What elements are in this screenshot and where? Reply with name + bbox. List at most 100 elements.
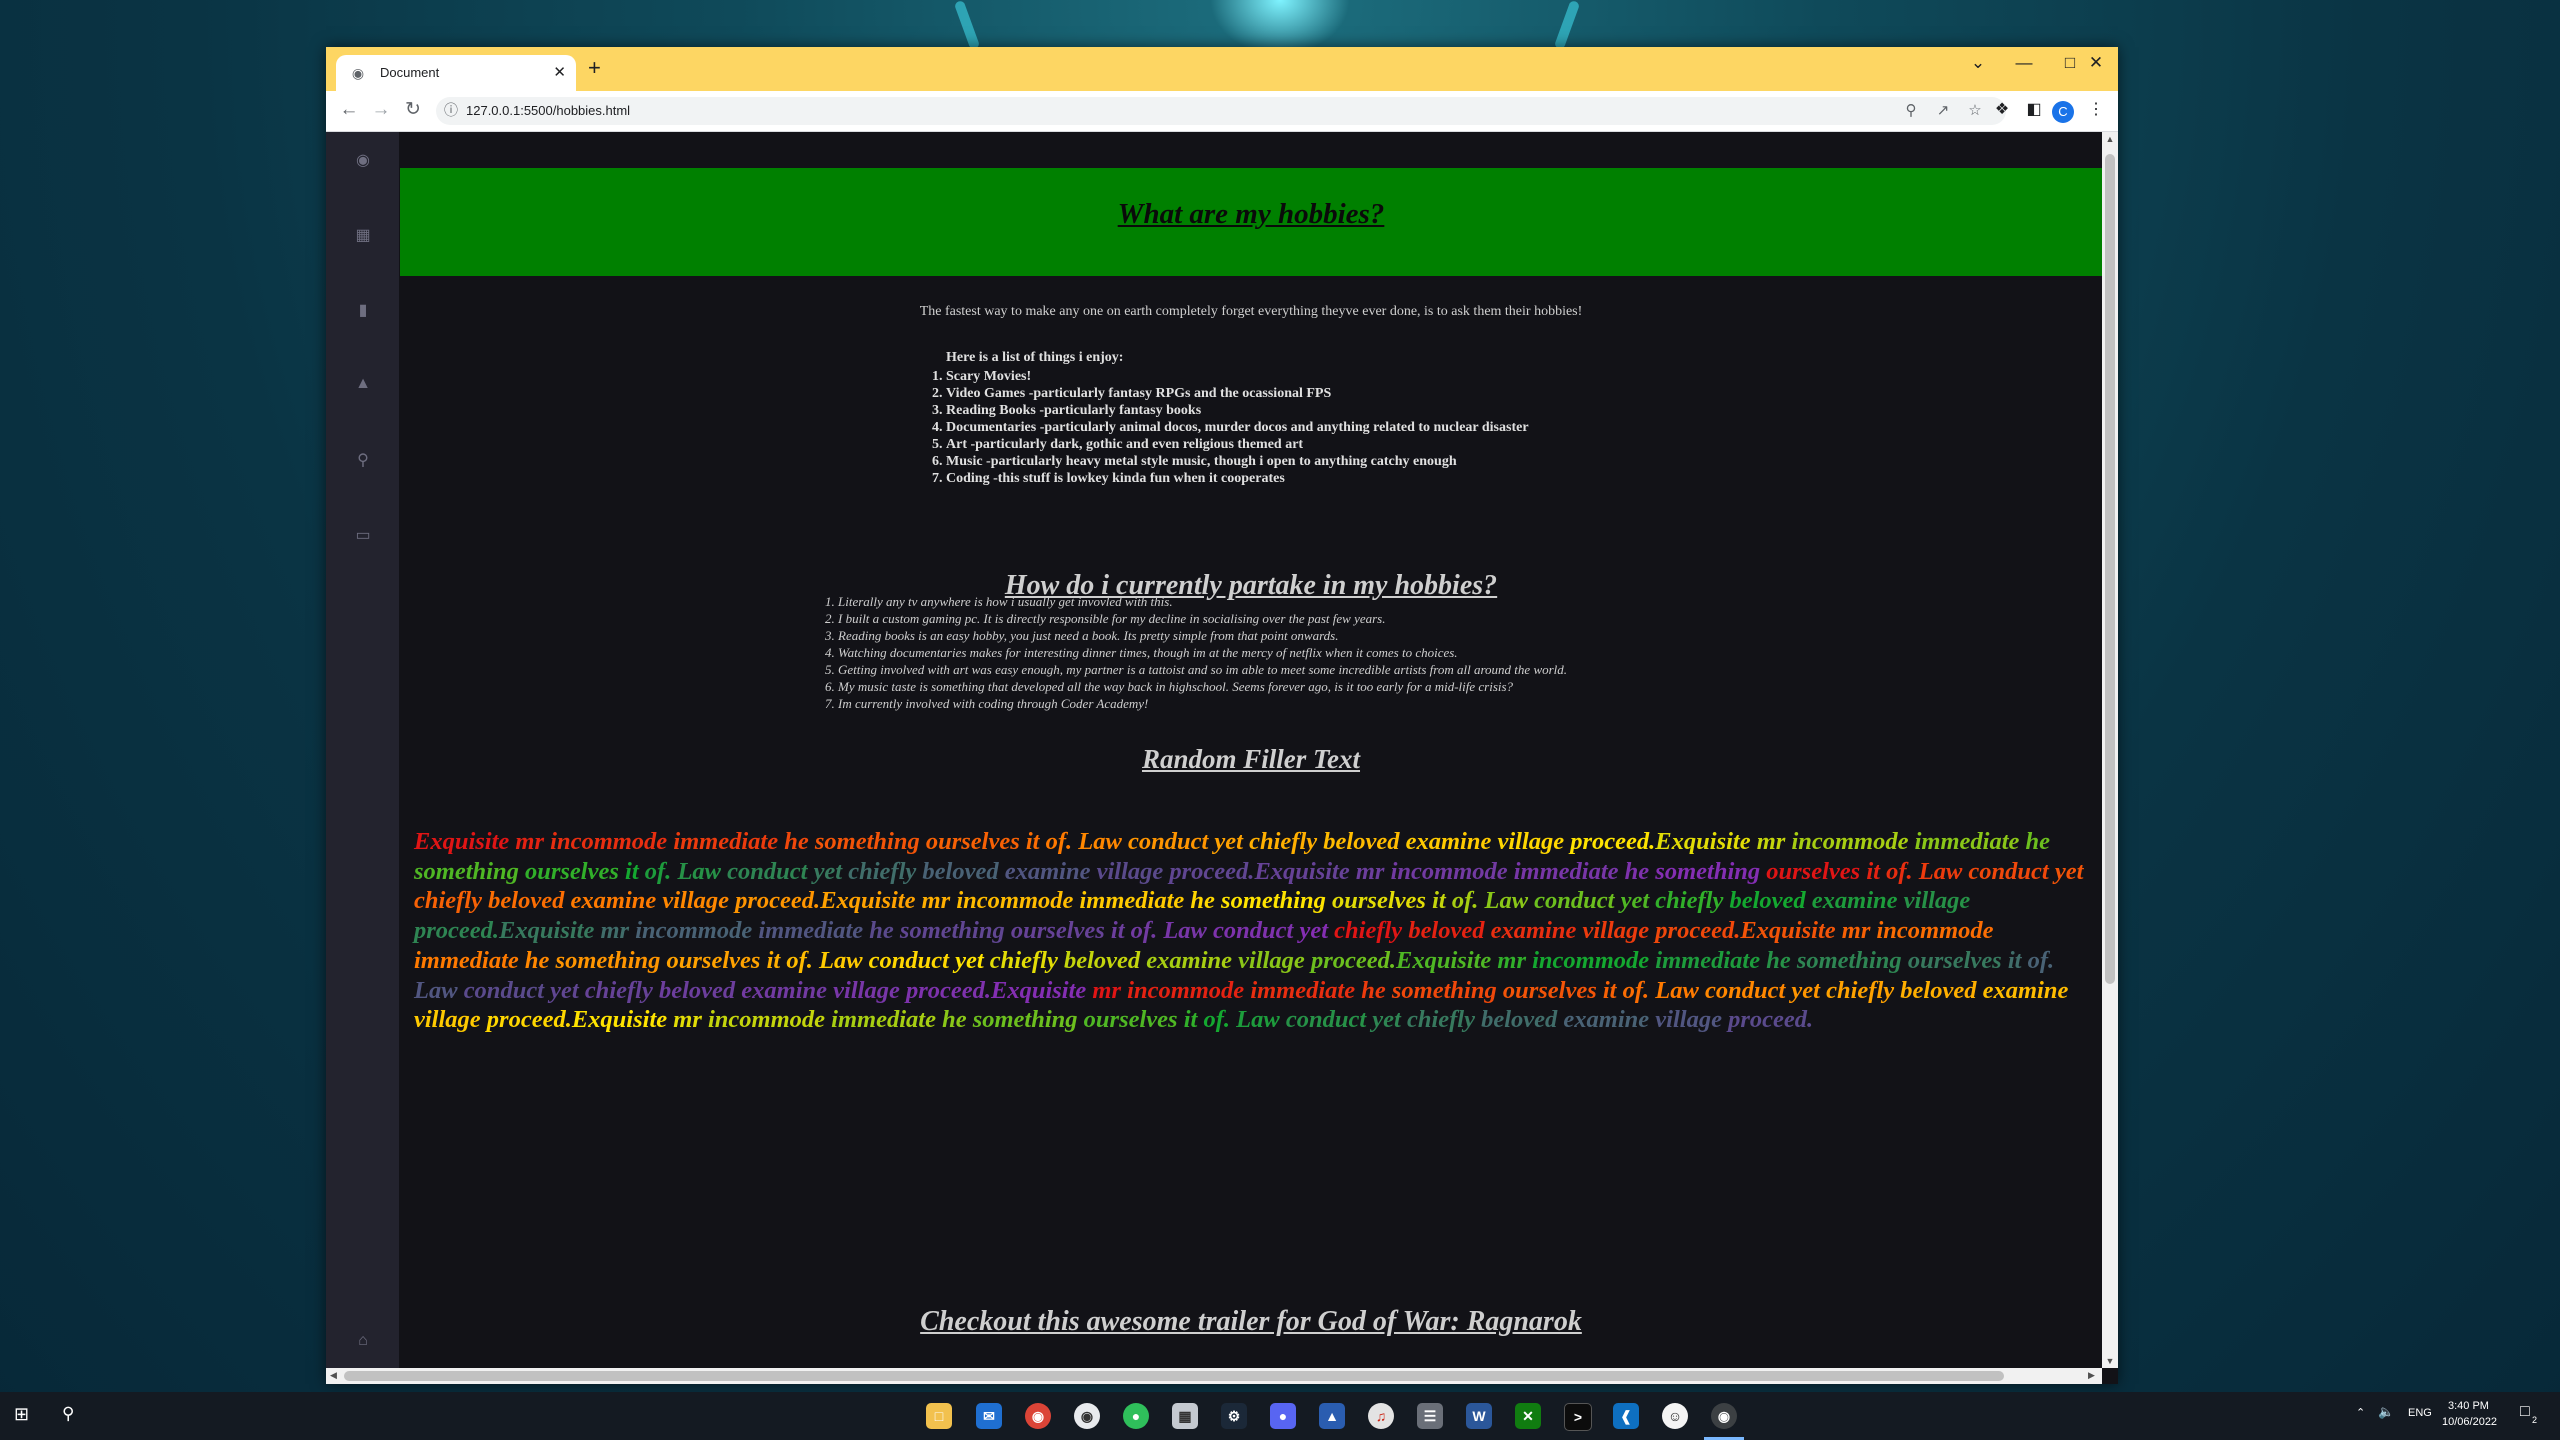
reload-icon[interactable]: ↻	[400, 97, 426, 123]
filler-word: something	[1655, 857, 1767, 885]
steam-icon[interactable]: ⚙	[1221, 1403, 1247, 1429]
filler-word: he	[1190, 887, 1222, 915]
bell-icon[interactable]: ▲	[348, 375, 378, 393]
word-icon[interactable]: W	[1466, 1403, 1492, 1429]
vscode-icon[interactable]: ❰	[1613, 1403, 1639, 1429]
volume-icon[interactable]: 🔈	[2378, 1404, 2394, 1420]
minimize-button[interactable]: —	[2004, 53, 2044, 73]
filler-word: Exquisite	[499, 917, 601, 945]
clock-date[interactable]: 10/06/2022	[2442, 1416, 2497, 1428]
tab-document[interactable]: ◉ Document ✕	[336, 55, 576, 91]
filler-word: yet	[1214, 828, 1250, 855]
linkedin-icon[interactable]: ▦	[348, 225, 378, 245]
scroll-up-arrow[interactable]: ▲	[2102, 134, 2118, 144]
filler-word: immediate	[831, 1006, 943, 1034]
chevron-up-icon[interactable]: ⌃	[2356, 1406, 2365, 1419]
filler-word: conduct	[463, 976, 551, 1004]
filler-word: examine	[1563, 1006, 1656, 1034]
filler-word: Law	[677, 857, 728, 885]
terminal-icon[interactable]: >	[1564, 1403, 1592, 1431]
filler-word: immediate	[1513, 857, 1625, 885]
filler-word: incommode	[707, 1006, 832, 1034]
chrome-alt-icon[interactable]: ◉	[1074, 1403, 1100, 1429]
tagline: The fastest way to make any one on earth…	[919, 304, 1583, 319]
filler-word: proceed.	[486, 1006, 572, 1034]
tab-title: Document	[380, 65, 440, 80]
filler-word: village	[1903, 887, 1971, 915]
xbox-green-icon[interactable]: ●	[1123, 1403, 1149, 1429]
list-item: I built a custom gaming pc. It is direct…	[838, 610, 1567, 627]
filler-word: Exquisite	[571, 1006, 674, 1034]
info-icon[interactable]: ⓘ	[444, 100, 458, 120]
side-panel-icon[interactable]: ◧	[2022, 99, 2046, 119]
filler-word: village	[1582, 917, 1656, 945]
filler-word: incommode	[1876, 917, 1994, 945]
notes-icon[interactable]: ▦	[1172, 1403, 1198, 1429]
vertical-scrollbar[interactable]: ▲ ▼	[2102, 132, 2118, 1368]
kebab-menu-icon[interactable]: ⋮	[2084, 99, 2108, 119]
forward-arrow-icon[interactable]: →	[368, 97, 394, 123]
scroll-left-arrow[interactable]: ◀	[330, 1370, 337, 1381]
filler-word: it	[2007, 946, 2028, 974]
emoji-app-icon[interactable]: ☺	[1662, 1403, 1688, 1429]
filler-word: he	[2025, 828, 2051, 855]
filler-word: conduct	[1704, 976, 1792, 1004]
close-tab-icon[interactable]: ✕	[553, 63, 566, 81]
globe-icon: ◉	[351, 65, 365, 81]
filler-word: ourselves	[666, 946, 767, 974]
xbox-icon[interactable]: ✕	[1515, 1403, 1541, 1429]
enjoy-list: Here is a list of things i enjoy: Scary …	[930, 350, 1529, 487]
filler-word: village	[662, 887, 736, 915]
stack-icon[interactable]: ☰	[1417, 1403, 1443, 1429]
filler-word: village	[414, 1006, 487, 1034]
home-icon[interactable]: ⌂	[348, 1332, 378, 1350]
discord-icon[interactable]: ●	[1270, 1403, 1296, 1429]
music-icon[interactable]: ♫	[1368, 1403, 1394, 1429]
filler-word: he	[1624, 857, 1656, 885]
zoom-icon[interactable]: ⚲	[1900, 101, 1922, 119]
document-icon[interactable]: ▮	[348, 300, 378, 320]
chrome-icon[interactable]: ◉	[1025, 1403, 1051, 1429]
filler-word: yet	[955, 946, 990, 974]
notification-icon[interactable]: □	[2520, 1403, 2530, 1421]
filler-word: chiefly	[848, 857, 923, 885]
back-arrow-icon[interactable]: ←	[336, 97, 362, 123]
filler-word: it	[1602, 976, 1623, 1004]
scrollbar-thumb[interactable]	[344, 1371, 2004, 1381]
app-icon[interactable]: ▲	[1319, 1403, 1345, 1429]
profile-avatar[interactable]: C	[2052, 101, 2074, 123]
address-bar[interactable]: ⓘ 127.0.0.1:5500/hobbies.html ⚲ ↗ ☆	[436, 97, 2006, 125]
filler-word: it	[1110, 917, 1131, 945]
filler-word: Exquisite	[820, 887, 922, 915]
scrollbar-thumb[interactable]	[2105, 154, 2115, 984]
filler-word: of.	[1451, 887, 1485, 915]
filler-word: Exquisite	[991, 976, 1093, 1004]
close-window-button[interactable]: ✕	[2076, 53, 2116, 73]
chevron-down-icon[interactable]: ⌄	[1958, 53, 1998, 73]
windows-start-icon[interactable]: ⊞	[14, 1404, 29, 1425]
language-indicator[interactable]: ENG	[2408, 1407, 2432, 1419]
file-explorer-icon[interactable]: □	[926, 1403, 952, 1429]
chrome-active-icon[interactable]: ◉	[1711, 1403, 1737, 1429]
monitor-icon[interactable]: ▭	[348, 525, 378, 545]
mail-icon[interactable]: ✉	[976, 1403, 1002, 1429]
star-bookmark-icon[interactable]: ☆	[1964, 101, 1986, 119]
search-icon[interactable]: ⚲	[348, 450, 378, 470]
scroll-down-arrow[interactable]: ▼	[2102, 1356, 2118, 1366]
url-text[interactable]: 127.0.0.1:5500/hobbies.html	[466, 103, 630, 118]
filler-word: mr	[515, 828, 551, 855]
list-item: Reading Books -particularly fantasy book…	[946, 402, 1529, 419]
extensions-puzzle-icon[interactable]: ❖	[1990, 99, 2014, 119]
new-tab-button[interactable]: +	[588, 55, 601, 81]
list-item: Reading books is an easy hobby, you just…	[838, 627, 1567, 644]
filler-word: beloved	[1408, 917, 1491, 945]
search-icon[interactable]: ⚲	[62, 1404, 74, 1424]
filler-word: it	[1025, 828, 1046, 855]
clock-time[interactable]: 3:40 PM	[2448, 1400, 2489, 1412]
horizontal-scrollbar[interactable]: ◀ ▶	[326, 1368, 2102, 1384]
scroll-right-arrow[interactable]: ▶	[2088, 1370, 2095, 1381]
github-icon[interactable]: ◉	[348, 150, 378, 170]
share-icon[interactable]: ↗	[1932, 101, 1954, 119]
filler-word: immediate	[1655, 946, 1767, 974]
filler-word: mr	[600, 917, 636, 945]
